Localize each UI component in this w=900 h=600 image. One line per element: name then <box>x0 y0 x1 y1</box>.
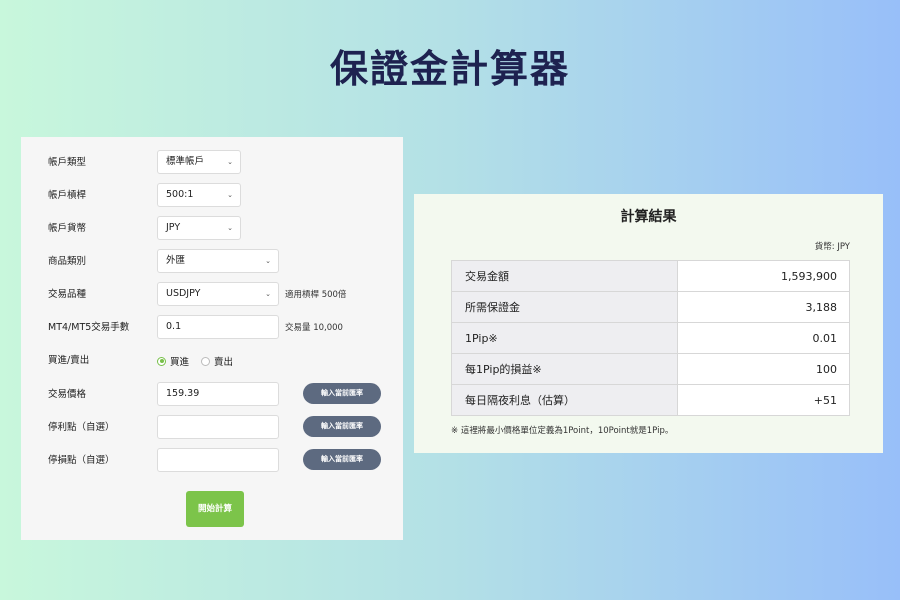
symbol-label: 交易品種 <box>48 289 87 300</box>
direction-radio-group: 買進 賣出 <box>157 348 245 374</box>
table-row: 1Pip※ 0.01 <box>451 322 850 354</box>
sell-label: 賣出 <box>214 357 234 368</box>
chevron-down-icon: ⌄ <box>227 191 233 199</box>
page-title: 保證金計算器 <box>329 47 570 91</box>
chevron-down-icon: ⌄ <box>227 158 233 166</box>
price-label: 交易價格 <box>48 389 87 400</box>
footnote: ※ 這裡將最小價格單位定義為1Point，10Point就是1Pip。 <box>451 426 674 436</box>
table-row: 每1Pip的損益※ 100 <box>451 353 850 385</box>
table-row: 每日隔夜利息（估算） +51 <box>451 384 850 416</box>
symbol-value: USDJPY <box>166 288 201 299</box>
result-label: 交易金額 <box>451 260 678 292</box>
stop-loss-input[interactable] <box>157 448 279 472</box>
currency-label: 帳戶貨幣 <box>48 223 87 234</box>
buy-label: 買進 <box>170 357 190 368</box>
leverage-label: 帳戶槓桿 <box>48 190 87 201</box>
table-row: 交易金額 1,593,900 <box>451 260 850 292</box>
currency-select[interactable]: JPY ⌄ <box>157 216 241 240</box>
result-label: 每1Pip的損益※ <box>451 353 678 385</box>
calculator-form: 帳戶類型 標準帳戶 ⌄ 帳戶槓桿 500:1 ⌄ 帳戶貨幣 JPY ⌄ 商品類別… <box>21 137 403 540</box>
chevron-down-icon: ⌄ <box>265 257 271 265</box>
result-label: 每日隔夜利息（估算） <box>451 384 678 416</box>
product-category-value: 外匯 <box>166 255 186 266</box>
lots-row: MT4/MT5交易手數 0.1 交易量 10,000 <box>21 315 403 341</box>
product-category-row: 商品類別 外匯 ⌄ <box>21 249 403 275</box>
sell-radio[interactable]: 賣出 <box>201 354 233 368</box>
result-value: 100 <box>677 353 850 385</box>
chevron-down-icon: ⌄ <box>265 290 271 298</box>
result-value: 1,593,900 <box>677 260 850 292</box>
leverage-select[interactable]: 500:1 ⌄ <box>157 183 241 207</box>
lots-label: MT4/MT5交易手數 <box>48 322 130 333</box>
symbol-select[interactable]: USDJPY ⌄ <box>157 282 279 306</box>
result-table: 交易金額 1,593,900 所需保證金 3,188 1Pip※ 0.01 每1… <box>451 260 850 416</box>
lots-input[interactable]: 0.1 <box>157 315 279 339</box>
result-title: 計算結果 <box>620 209 677 225</box>
result-label: 1Pip※ <box>451 322 678 354</box>
symbol-row: 交易品種 USDJPY ⌄ 適用槓桿 500倍 <box>21 282 403 308</box>
leverage-row: 帳戶槓桿 500:1 ⌄ <box>21 183 403 209</box>
buy-radio[interactable]: 買進 <box>157 354 189 368</box>
account-type-select[interactable]: 標準帳戶 ⌄ <box>157 150 241 174</box>
price-row: 交易價格 159.39 輸入當前匯率 <box>21 382 403 408</box>
radio-unchecked-icon <box>201 356 211 366</box>
calculate-button[interactable]: 開始計算 <box>186 491 244 527</box>
take-profit-row: 停利點（自選） 輸入當前匯率 <box>21 415 403 441</box>
volume-note: 交易量 10,000 <box>285 323 343 333</box>
take-profit-label: 停利點（自選） <box>48 422 115 433</box>
direction-row: 買進/賣出 買進 賣出 <box>21 348 403 374</box>
account-type-value: 標準帳戶 <box>166 156 205 167</box>
stop-loss-row: 停損點（自選） 輸入當前匯率 <box>21 448 403 474</box>
take-profit-input[interactable] <box>157 415 279 439</box>
account-type-label: 帳戶類型 <box>48 157 87 168</box>
currency-row: 帳戶貨幣 JPY ⌄ <box>21 216 403 242</box>
stop-loss-label: 停損點（自選） <box>48 455 115 466</box>
result-value: 0.01 <box>677 322 850 354</box>
product-category-select[interactable]: 外匯 ⌄ <box>157 249 279 273</box>
account-type-row: 帳戶類型 標準帳戶 ⌄ <box>21 150 403 176</box>
price-input[interactable]: 159.39 <box>157 382 279 406</box>
chevron-down-icon: ⌄ <box>227 224 233 232</box>
result-label: 所需保證金 <box>451 291 678 323</box>
leverage-note: 適用槓桿 500倍 <box>285 290 347 300</box>
stop-loss-current-rate-button[interactable]: 輸入當前匯率 <box>303 449 381 470</box>
product-category-label: 商品類別 <box>48 256 87 267</box>
currency-note: 貨幣: JPY <box>814 242 850 252</box>
price-current-rate-button[interactable]: 輸入當前匯率 <box>303 383 381 404</box>
leverage-value: 500:1 <box>166 189 194 200</box>
result-value: 3,188 <box>677 291 850 323</box>
result-value: +51 <box>677 384 850 416</box>
result-panel: 計算結果 貨幣: JPY 交易金額 1,593,900 所需保證金 3,188 … <box>414 194 883 453</box>
table-row: 所需保證金 3,188 <box>451 291 850 323</box>
radio-checked-icon <box>157 356 166 366</box>
take-profit-current-rate-button[interactable]: 輸入當前匯率 <box>303 416 381 437</box>
direction-label: 買進/賣出 <box>48 355 90 366</box>
currency-value: JPY <box>166 222 181 233</box>
